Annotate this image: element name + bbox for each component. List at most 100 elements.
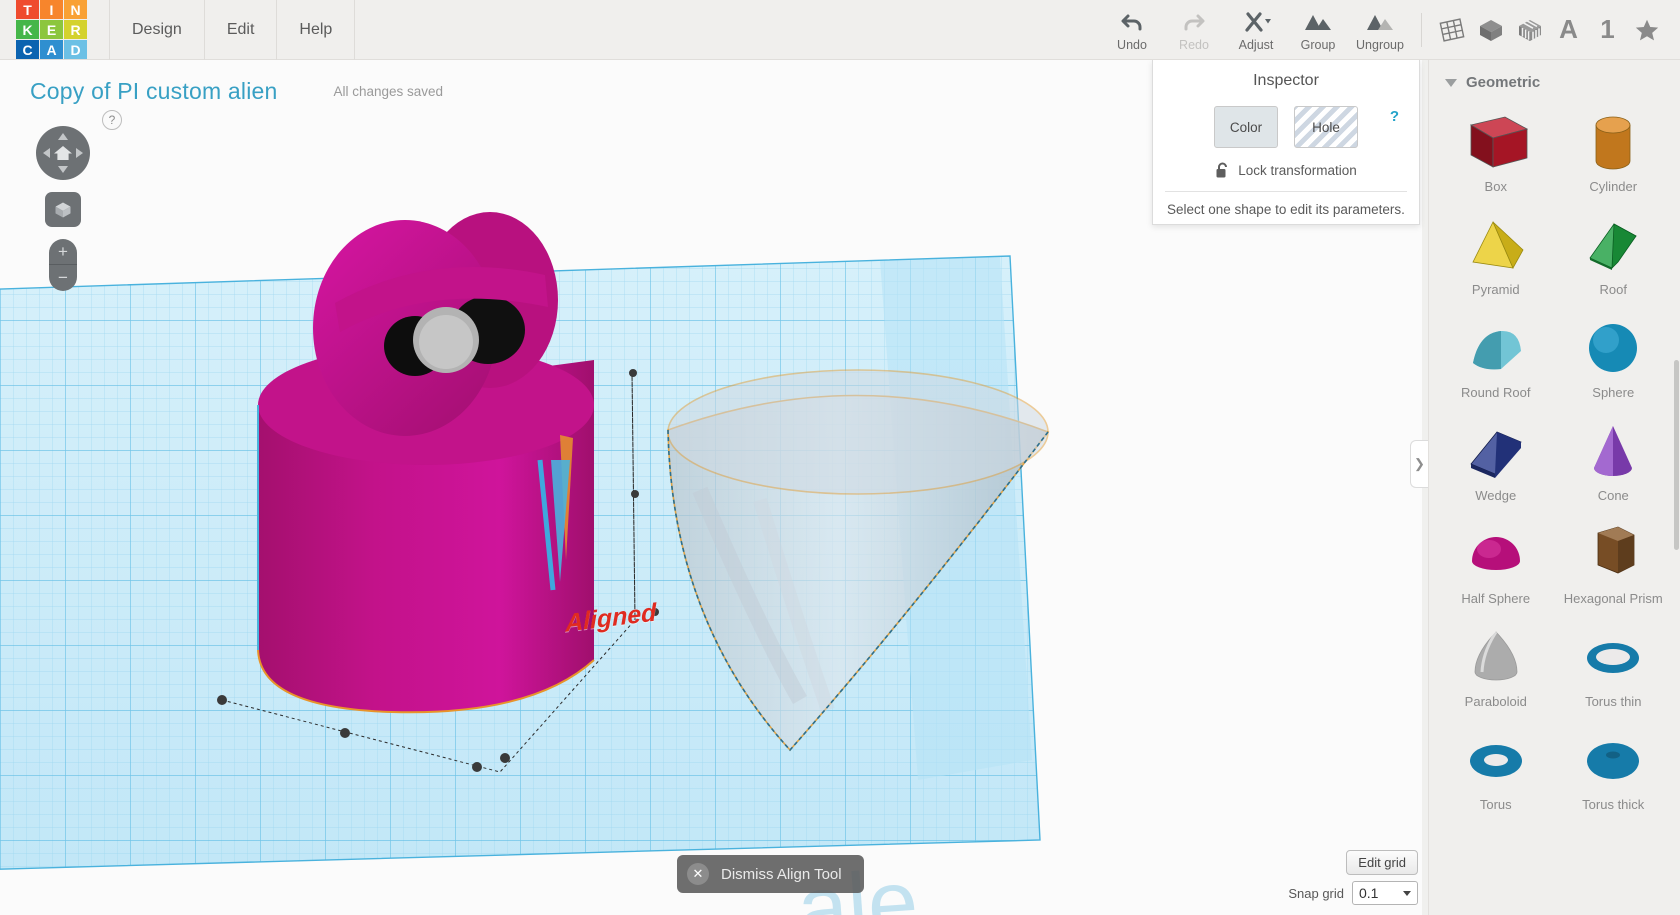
shapes-category-label: Geometric xyxy=(1466,74,1541,91)
torusthin-shape-icon xyxy=(1571,622,1655,692)
logo-tile-d: D xyxy=(64,40,87,59)
edit-grid-button[interactable]: Edit grid xyxy=(1346,850,1418,875)
group-button[interactable]: Group xyxy=(1287,8,1349,52)
menu-bar: Design Edit Help xyxy=(109,0,356,60)
inspector-divider xyxy=(1165,191,1407,192)
adjust-button[interactable]: Adjust xyxy=(1225,8,1287,52)
undo-label: Undo xyxy=(1117,37,1147,52)
shape-label: Round Roof xyxy=(1461,385,1531,400)
shape-item-paraboloid[interactable]: Paraboloid xyxy=(1437,616,1555,711)
torusthick-shape-icon xyxy=(1571,725,1655,795)
inspector-help-icon[interactable]: ? xyxy=(1390,108,1399,125)
shape-item-roundroof[interactable]: Round Roof xyxy=(1437,307,1555,402)
logo-tile-t: T xyxy=(16,0,39,19)
adjust-label: Adjust xyxy=(1238,37,1274,52)
tinkercad-logo[interactable]: TIN KER CAD xyxy=(16,0,87,59)
shape-item-box[interactable]: Box xyxy=(1437,101,1555,196)
shapes-grid: Box Cylinder Pyramid Roof Round Roof Sphere We… xyxy=(1429,101,1680,814)
orbit-left-arrow-icon[interactable] xyxy=(43,148,50,158)
dismiss-align-label: Dismiss Align Tool xyxy=(721,865,842,883)
logo-tile-i: I xyxy=(40,0,63,19)
snap-grid-select[interactable]: 0.1 xyxy=(1352,881,1418,905)
zoom-in-button[interactable]: + xyxy=(49,239,77,265)
shape-item-wedge[interactable]: Wedge xyxy=(1437,410,1555,505)
shape-label: Sphere xyxy=(1592,385,1635,400)
ungroup-mountains-icon xyxy=(1365,8,1395,34)
logo-tile-c: C xyxy=(16,40,39,59)
shape-label: Hexagonal Prism xyxy=(1563,591,1663,606)
shape-item-pyramid[interactable]: Pyramid xyxy=(1437,204,1555,299)
tinkercad-app: ale xyxy=(0,0,1680,915)
menu-item-help[interactable]: Help xyxy=(277,0,356,60)
fit-to-view-button[interactable] xyxy=(45,192,81,227)
zoom-out-button[interactable]: − xyxy=(49,265,77,291)
logo-tile-n: N xyxy=(64,0,87,19)
toolbar-actions: Undo Redo Adjust Group Ungroup xyxy=(1101,8,1411,52)
shape-item-torusthin[interactable]: Torus thin xyxy=(1555,616,1673,711)
shapes-panel: Geometric Box Cylinder Pyramid Roof Round Ro… xyxy=(1428,60,1680,915)
shape-item-roof[interactable]: Roof xyxy=(1555,204,1673,299)
logo-tile-r: R xyxy=(64,20,87,39)
logo-tile-k: K xyxy=(16,20,39,39)
roundroof-shape-icon xyxy=(1454,313,1538,383)
workplane-grid-icon[interactable] xyxy=(1432,9,1471,51)
number-tool-icon[interactable]: 1 xyxy=(1588,9,1627,51)
shape-label: Torus thick xyxy=(1582,797,1645,812)
menu-item-edit[interactable]: Edit xyxy=(205,0,278,60)
lock-transformation-toggle[interactable]: Lock transformation xyxy=(1153,162,1419,179)
toolbar-icon-group: A 1 xyxy=(1432,9,1680,51)
ruler-cube-icon[interactable] xyxy=(1510,9,1549,51)
undo-button[interactable]: Undo xyxy=(1101,8,1163,52)
ungroup-button[interactable]: Ungroup xyxy=(1349,8,1411,52)
home-view-icon[interactable] xyxy=(53,144,73,162)
shape-item-cone[interactable]: Cone xyxy=(1555,410,1673,505)
favorites-star-icon[interactable] xyxy=(1627,9,1666,51)
orbit-up-arrow-icon[interactable] xyxy=(58,133,68,140)
unlocked-padlock-icon xyxy=(1215,162,1230,179)
shape-item-sphere[interactable]: Sphere xyxy=(1555,307,1673,402)
orbit-right-arrow-icon[interactable] xyxy=(76,148,83,158)
cylinder-shape-icon xyxy=(1571,107,1655,177)
shapes-panel-scrollbar[interactable] xyxy=(1674,360,1679,550)
redo-arrow-icon xyxy=(1180,8,1208,34)
close-icon[interactable]: ✕ xyxy=(687,863,709,885)
zoom-controls: + − xyxy=(49,239,77,291)
wedge-shape-icon xyxy=(1454,416,1538,486)
shape-label: Paraboloid xyxy=(1464,694,1527,709)
menu-item-design[interactable]: Design xyxy=(109,0,205,60)
orbit-down-arrow-icon[interactable] xyxy=(58,166,68,173)
chevron-down-icon xyxy=(1403,890,1411,896)
logo-tile-a: A xyxy=(40,40,63,59)
color-swatch-button[interactable]: Color xyxy=(1214,106,1278,148)
project-header: Copy of PI custom alien All changes save… xyxy=(0,60,1150,122)
toolbar-divider xyxy=(1421,12,1422,47)
shape-item-torusthick[interactable]: Torus thick xyxy=(1555,719,1673,814)
shape-item-cylinder[interactable]: Cylinder xyxy=(1555,101,1673,196)
lock-transformation-label: Lock transformation xyxy=(1238,163,1357,178)
solid-cube-icon[interactable] xyxy=(1471,9,1510,51)
top-toolbar: TINKERCAD Design Edit Help Undo Redo Adjust G… xyxy=(0,0,1680,60)
orbit-disc-control[interactable]: ? xyxy=(36,110,122,180)
canvas-help-icon[interactable]: ? xyxy=(102,110,122,130)
chevron-down-icon[interactable] xyxy=(1445,78,1457,87)
shape-item-halfsphere[interactable]: Half Sphere xyxy=(1437,513,1555,608)
hexprism-shape-icon xyxy=(1571,519,1655,589)
collapse-shapes-panel-handle[interactable]: ❯ xyxy=(1410,440,1428,488)
shapes-category-header[interactable]: Geometric xyxy=(1429,60,1680,101)
inspector-note: Select one shape to edit its parameters. xyxy=(1167,202,1405,217)
shape-item-torus[interactable]: Torus xyxy=(1437,719,1555,814)
shape-label: Box xyxy=(1484,179,1507,194)
shape-item-hexprism[interactable]: Hexagonal Prism xyxy=(1555,513,1673,608)
box-shape-icon xyxy=(1454,107,1538,177)
snap-grid-row: Snap grid 0.1 xyxy=(1288,881,1418,905)
logo-tile-e: E xyxy=(40,20,63,39)
project-title[interactable]: Copy of PI custom alien xyxy=(30,78,278,105)
dismiss-align-tool-button[interactable]: ✕ Dismiss Align Tool xyxy=(677,855,864,893)
shape-label: Pyramid xyxy=(1471,282,1520,297)
inspector-title: Inspector xyxy=(1253,72,1319,89)
text-tool-icon[interactable]: A xyxy=(1549,9,1588,51)
shape-label: Wedge xyxy=(1475,488,1517,503)
hole-swatch-button[interactable]: Hole xyxy=(1294,106,1358,148)
shape-label: Cone xyxy=(1597,488,1629,503)
ungroup-label: Ungroup xyxy=(1356,37,1404,52)
